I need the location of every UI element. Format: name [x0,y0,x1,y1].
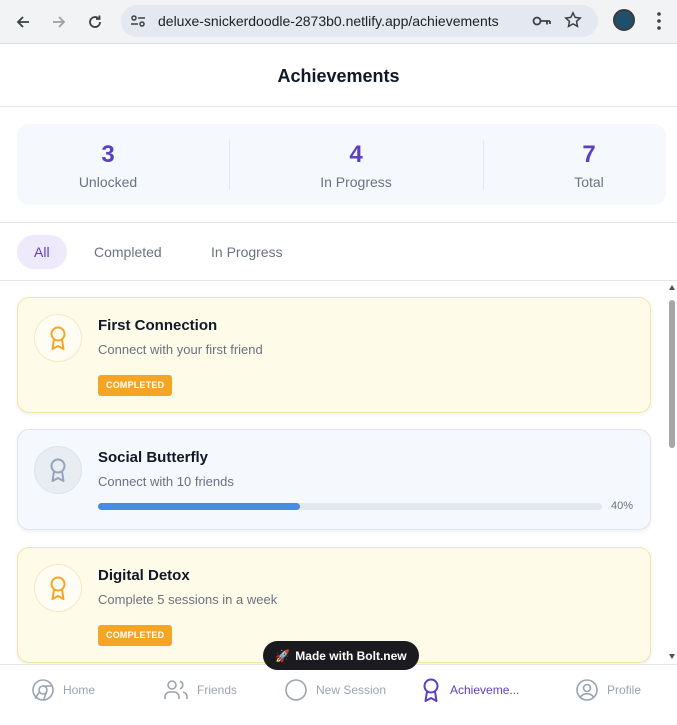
reload-icon [89,15,101,28]
stat-value: 3 [101,141,115,168]
achievement-title: First Connection [98,317,218,334]
award-icon [423,678,439,702]
progress-bar-fill [98,503,300,510]
browser-toolbar: deluxe-snickerdoodle-2873b0.netlify.app/… [0,0,677,44]
nav-friends[interactable]: Friends [163,676,237,704]
bookmark-star-icon[interactable] [564,11,582,29]
award-icon [50,458,66,482]
scroll-down-arrow[interactable] [669,654,675,659]
nav-profile[interactable]: Profile [575,676,641,704]
stat-label: In Progress [320,174,392,190]
stat-value: 4 [349,141,363,168]
rocket-icon: 🚀 [275,648,291,663]
completed-badge: COMPLETED [98,625,173,646]
nav-label: Home [63,683,96,697]
award-icon [50,326,66,350]
users-icon [164,680,188,699]
scroll-thumb[interactable] [669,300,675,448]
nav-home[interactable]: Home [31,676,95,704]
achievement-description: Connect with 10 friends [98,474,234,489]
page-header: Achievements [0,45,677,107]
stats-summary: 3 Unlocked 4 In Progress 7 Total [17,124,666,205]
achievement-badge [34,564,82,612]
achievement-description: Connect with your first friend [98,342,263,357]
tab-in-progress[interactable]: In Progress [194,235,300,269]
nav-label: Profile [607,683,642,697]
made-with-label: Made with Bolt.new [295,648,407,663]
award-icon [50,576,66,600]
app-root: Achievements 3 Unlocked 4 In Progress 7 … [0,45,677,725]
profile-avatar-icon[interactable] [613,9,635,31]
site-settings-icon[interactable] [130,13,146,29]
back-button[interactable] [9,8,37,36]
achievement-badge [34,314,82,362]
nav-new-session[interactable]: New Session [284,676,386,704]
arrow-left-icon [16,16,29,28]
stat-label: Total [574,174,604,190]
progress-percent: 40% [611,500,634,512]
stat-divider [483,140,484,190]
page-title: Achievements [277,66,400,86]
achievement-title: Digital Detox [98,567,190,584]
url-text: deluxe-snickerdoodle-2873b0.netlify.app/… [158,13,499,29]
scroll-up-arrow[interactable] [669,285,675,290]
achievement-title: Social Butterfly [98,449,209,466]
achievement-card[interactable]: Social Butterfly Connect with 10 friends… [17,429,651,530]
stat-value: 7 [582,141,596,168]
divider [0,222,677,223]
nav-achievements[interactable]: Achieveme... [420,676,519,704]
achievement-card[interactable]: First Connection Connect with your first… [17,297,651,413]
made-with-bolt-badge[interactable]: 🚀 Made with Bolt.new [263,641,419,670]
password-key-icon[interactable] [532,13,552,29]
session-icon [285,679,307,701]
tab-completed[interactable]: Completed [77,235,179,269]
stat-label: Unlocked [78,174,138,190]
stat-total: 7 Total [489,140,677,190]
stat-in-progress: 4 In Progress [256,140,456,190]
achievement-badge [34,446,82,494]
nav-label: New Session [316,683,387,697]
address-bar[interactable]: deluxe-snickerdoodle-2873b0.netlify.app/… [121,5,598,37]
achievement-description: Complete 5 sessions in a week [98,592,278,607]
chrome-home-icon [32,679,54,701]
stat-unlocked: 3 Unlocked [8,140,208,190]
more-vertical-icon[interactable] [652,10,666,32]
bottom-navigation: Home Friends New Session Achieveme... Pr… [0,664,677,725]
scrollbar[interactable] [667,281,677,664]
achievements-list: First Connection Connect with your first… [0,281,667,664]
stat-divider [229,140,230,190]
completed-badge: COMPLETED [98,375,173,396]
progress-bar [98,503,602,510]
user-circle-icon [576,679,598,701]
nav-label: Achieveme... [450,683,520,697]
forward-button[interactable] [45,8,73,36]
arrow-right-icon [53,16,66,28]
reload-button[interactable] [81,8,109,36]
nav-label: Friends [197,683,238,697]
tab-all[interactable]: All [17,235,67,269]
